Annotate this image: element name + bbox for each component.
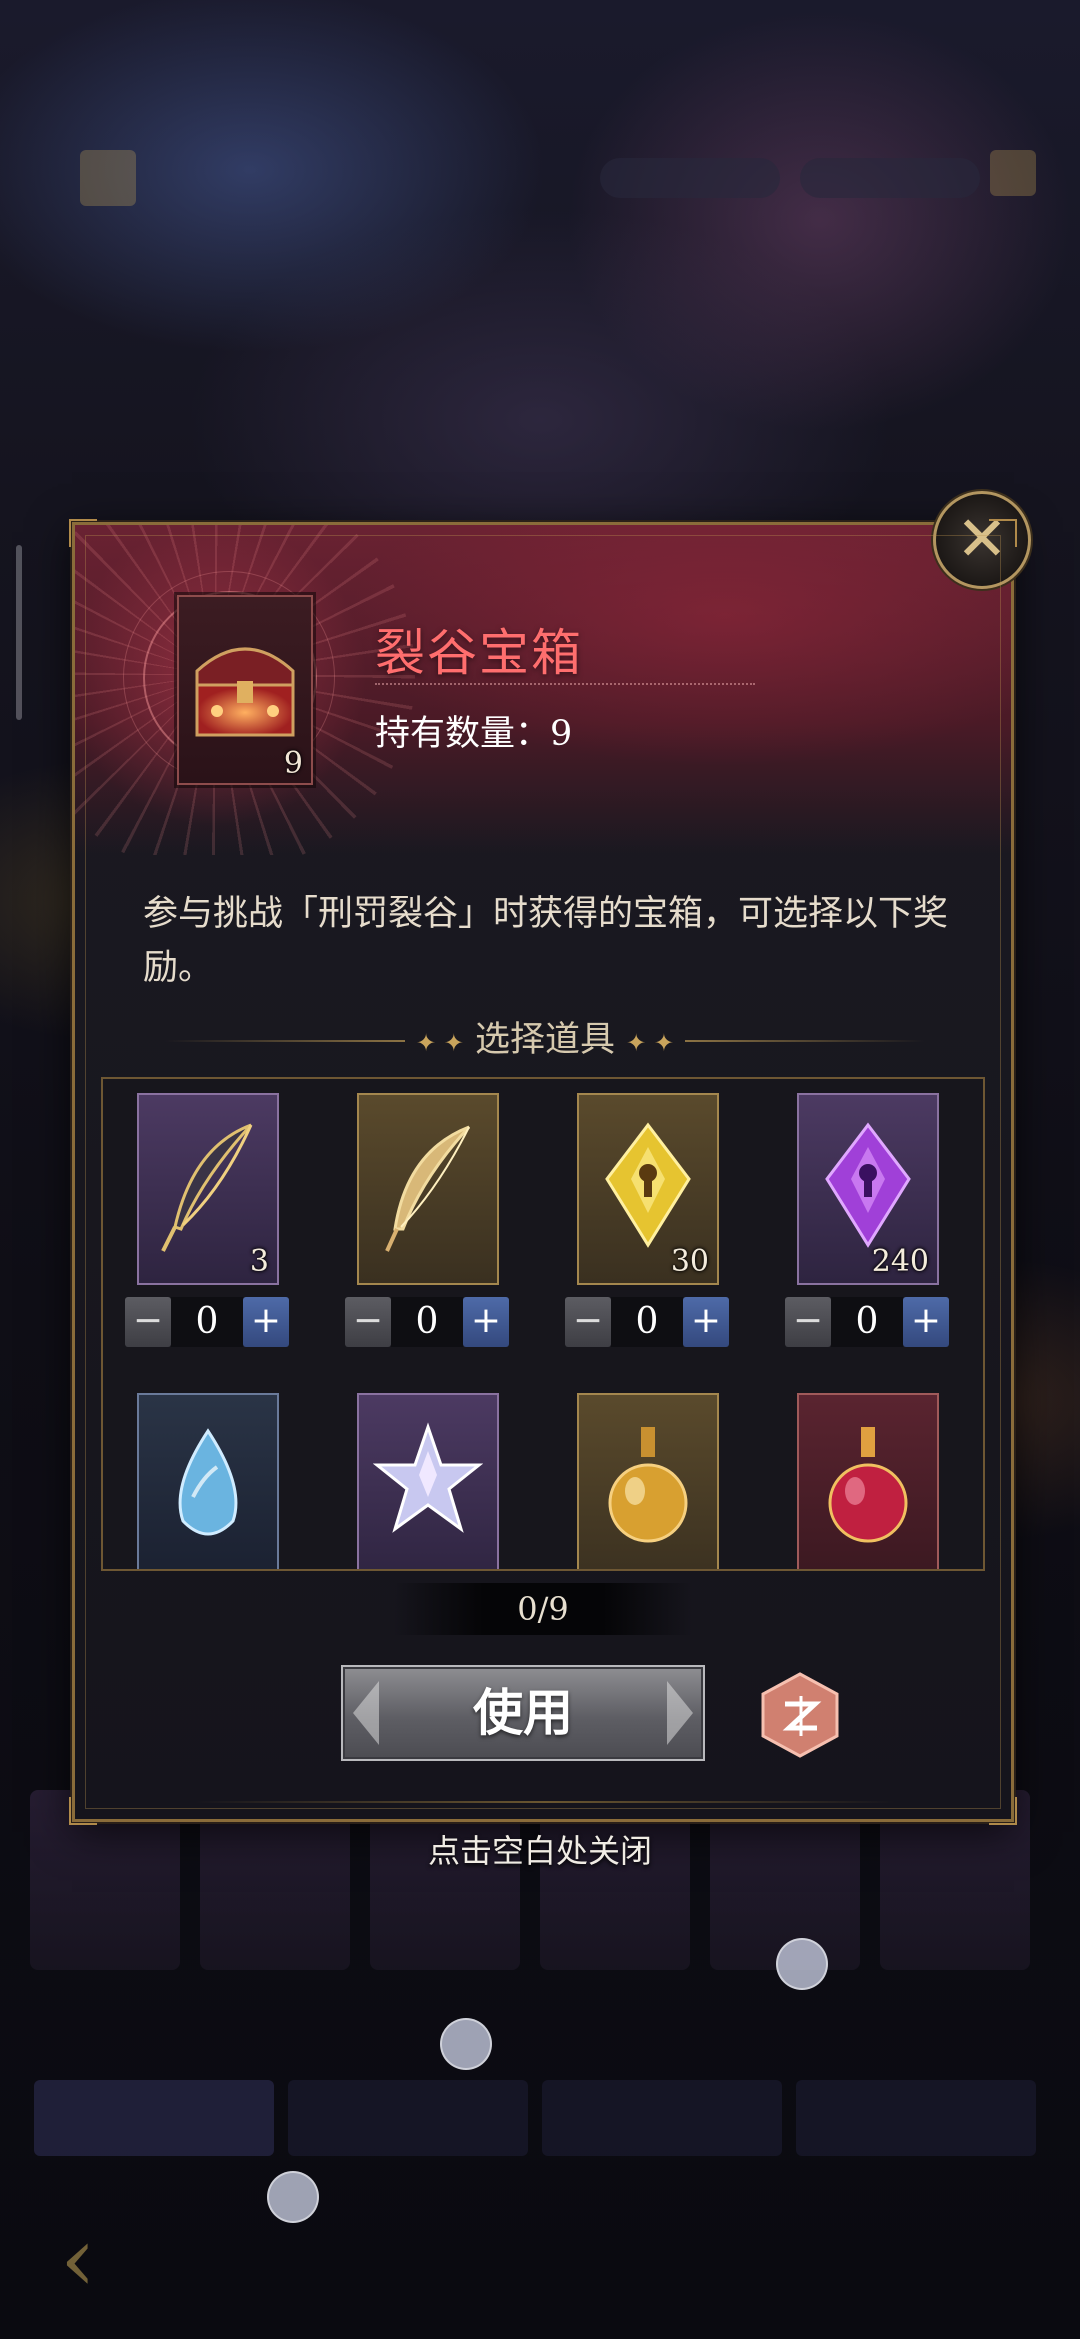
item-card[interactable] [357, 1093, 499, 1285]
chest-title: 裂谷宝箱 [375, 624, 583, 682]
back-arrow-icon: ‹ [60, 2207, 96, 2312]
quantity-stepper: − 0 + [345, 1297, 511, 1349]
quantity-value: 0 [611, 1297, 683, 1347]
sparkle-icon: ✦ ✦ [415, 1029, 464, 1057]
item-card[interactable] [137, 1393, 279, 1569]
drop-gem-icon [178, 1428, 238, 1536]
background-tabs [30, 2080, 1050, 2156]
item-count: 3 [249, 1244, 269, 1279]
chest-description: 参与挑战「刑罚裂谷」时获得的宝箱，可选择以下奖励。 [143, 894, 949, 988]
tap-to-close-hint[interactable]: 点击空白处关闭 [0, 1826, 1080, 1872]
increase-button[interactable]: + [903, 1297, 949, 1347]
feather-dark-icon [161, 1123, 253, 1252]
decrease-button[interactable]: − [125, 1297, 171, 1347]
quantity-stepper: − 0 + [125, 1297, 291, 1349]
chest-count: 9 [283, 746, 303, 781]
item-card[interactable]: 240 [797, 1093, 939, 1285]
touch-indicator [440, 2018, 492, 2070]
quantity-value: 0 [831, 1297, 903, 1347]
decrease-button[interactable]: − [565, 1297, 611, 1347]
potion-gold-icon [608, 1427, 688, 1543]
quantity-value: 0 [171, 1297, 243, 1347]
quantity-stepper: − 0 + [785, 1297, 951, 1349]
item-card[interactable]: 30 [577, 1093, 719, 1285]
chest-dialog: 9 裂谷宝箱 持有数量：9 ✕ 参与挑战「刑罚裂谷」时获得的宝箱，可选择以下奖励… [69, 491, 1031, 1825]
item-card[interactable]: 3 [137, 1093, 279, 1285]
treasure-chest-icon [195, 647, 295, 737]
selection-counter: 0/9 [393, 1583, 693, 1635]
touch-indicator [776, 1938, 828, 1990]
quantity-stepper: − 0 + [565, 1297, 731, 1349]
chest-item-card: 9 [177, 595, 313, 785]
star-crystal-icon [373, 1422, 483, 1533]
item-selection-grid[interactable]: 3 − 0 + − 0 + 30 − 0 + 240 − 0 + [101, 1077, 985, 1571]
dialog-header: 9 裂谷宝箱 持有数量：9 [75, 525, 1011, 855]
item-card[interactable] [797, 1393, 939, 1569]
decrease-button[interactable]: − [345, 1297, 391, 1347]
item-count: 240 [871, 1244, 929, 1279]
increase-button[interactable]: + [243, 1297, 289, 1347]
background-hud [80, 150, 1040, 210]
feather-gold-icon [385, 1125, 471, 1252]
increase-button[interactable]: + [683, 1297, 729, 1347]
quantity-value: 0 [391, 1297, 463, 1347]
item-card[interactable] [357, 1393, 499, 1569]
section-divider: ✦ ✦ 选择道具 ✦ ✦ [165, 1015, 925, 1065]
potion-red-icon [828, 1427, 908, 1543]
section-title: 选择道具 [474, 1020, 615, 1060]
use-button-label: 使用 [473, 1683, 573, 1742]
increase-button[interactable]: + [463, 1297, 509, 1347]
item-card[interactable] [577, 1393, 719, 1569]
crystal-gold-icon [605, 1122, 691, 1248]
use-button[interactable]: 使用 [341, 1665, 705, 1761]
scroll-indicator [16, 545, 22, 720]
decrease-button[interactable]: − [785, 1297, 831, 1347]
sparkle-icon: ✦ ✦ [626, 1029, 674, 1057]
owned-quantity: 持有数量：9 [375, 714, 573, 754]
crystal-purple-icon [825, 1122, 911, 1248]
quick-select-hex-icon[interactable] [755, 1670, 845, 1760]
item-count: 30 [670, 1244, 709, 1279]
touch-indicator [267, 2171, 319, 2223]
